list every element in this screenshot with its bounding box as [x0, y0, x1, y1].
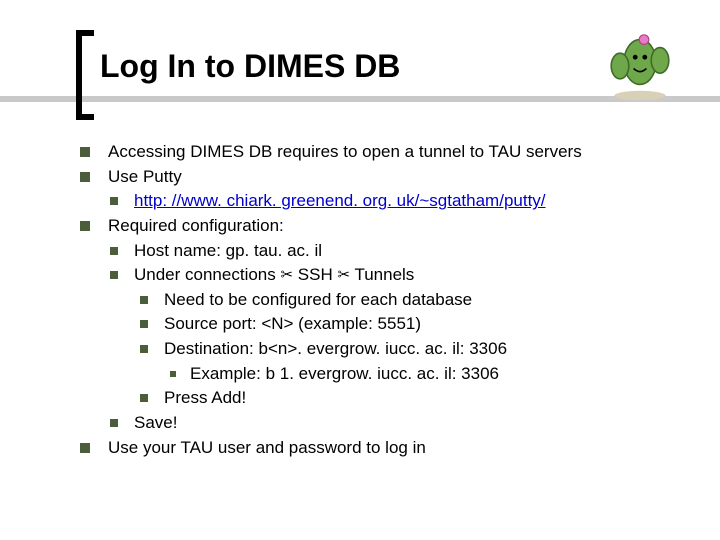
bullet-icon: [110, 197, 118, 205]
bullet-icon: [140, 296, 148, 304]
list-item-text: Use Putty: [108, 165, 182, 190]
list-item-text: Press Add!: [164, 386, 246, 411]
list-item-text: Example: b 1. evergrow. iucc. ac. il: 33…: [190, 362, 499, 387]
list-item: Host name: gp. tau. ac. il: [80, 239, 680, 264]
cactus-icon: [600, 22, 680, 102]
list-item-text: Use your TAU user and password to log in: [108, 436, 426, 461]
list-item: Under connections ✂ SSH ✂ Tunnels: [80, 263, 680, 288]
list-item: Accessing DIMES DB requires to open a tu…: [80, 140, 680, 165]
list-item-text: Need to be configured for each database: [164, 288, 472, 313]
list-item: Source port: <N> (example: 5551): [80, 312, 680, 337]
list-item-text: Save!: [134, 411, 177, 436]
list-item: Save!: [80, 411, 680, 436]
list-item-text: Accessing DIMES DB requires to open a tu…: [108, 140, 582, 165]
list-item: Use your TAU user and password to log in: [80, 436, 680, 461]
putty-link[interactable]: http: //www. chiark. greenend. org. uk/~…: [134, 191, 546, 210]
slide-body: Accessing DIMES DB requires to open a tu…: [80, 140, 680, 460]
scissors-icon: ✂: [337, 267, 350, 284]
list-item: Destination: b<n>. evergrow. iucc. ac. i…: [80, 337, 680, 362]
bullet-icon: [80, 221, 90, 231]
list-item-text: Destination: b<n>. evergrow. iucc. ac. i…: [164, 337, 507, 362]
list-item-text: Under connections ✂ SSH ✂ Tunnels: [134, 263, 414, 288]
list-item: http: //www. chiark. greenend. org. uk/~…: [80, 189, 680, 214]
bullet-icon: [140, 394, 148, 402]
bullet-icon: [80, 147, 90, 157]
bullet-icon: [80, 443, 90, 453]
list-item: Required configuration:: [80, 214, 680, 239]
bullet-icon: [110, 247, 118, 255]
title-bracket-decoration: [76, 30, 94, 120]
scissors-icon: ✂: [280, 267, 293, 284]
list-item-text: Required configuration:: [108, 214, 284, 239]
list-item-text: Source port: <N> (example: 5551): [164, 312, 421, 337]
list-item: Need to be configured for each database: [80, 288, 680, 313]
list-item: Example: b 1. evergrow. iucc. ac. il: 33…: [80, 362, 680, 387]
bullet-icon: [80, 172, 90, 182]
bullet-icon: [170, 371, 176, 377]
list-item: Press Add!: [80, 386, 680, 411]
list-item: Use Putty: [80, 165, 680, 190]
bullet-icon: [110, 419, 118, 427]
list-item-text: Host name: gp. tau. ac. il: [134, 239, 322, 264]
bullet-icon: [110, 271, 118, 279]
list-item-text: http: //www. chiark. greenend. org. uk/~…: [134, 189, 546, 214]
bullet-icon: [140, 320, 148, 328]
bullet-icon: [140, 345, 148, 353]
slide-title: Log In to DIMES DB: [100, 48, 400, 85]
